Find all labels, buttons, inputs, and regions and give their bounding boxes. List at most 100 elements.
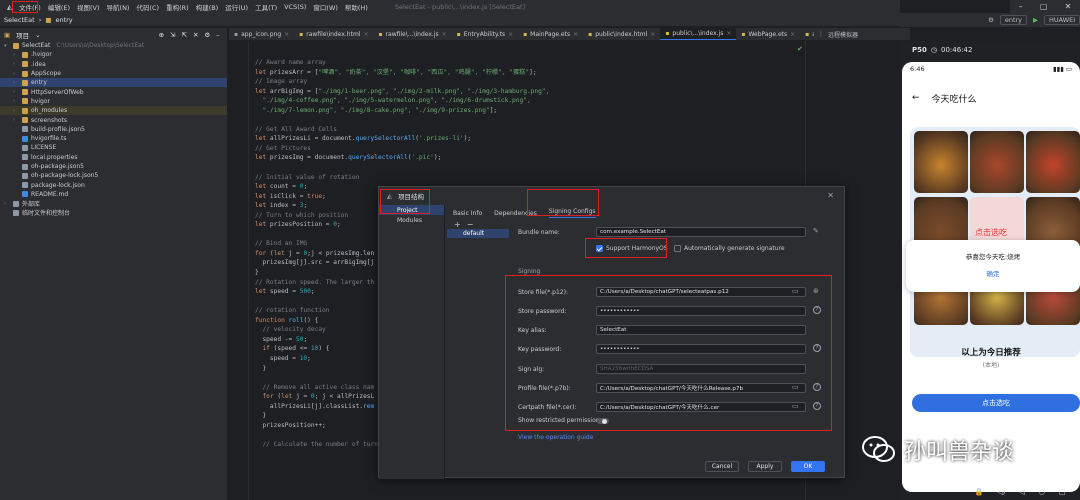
tree-item[interactable]: build-profile.json5 — [0, 125, 227, 134]
close-icon[interactable]: × — [284, 31, 289, 38]
menu-item[interactable]: 重构(R) — [163, 2, 192, 12]
close-icon[interactable]: × — [790, 31, 795, 38]
expand-icon[interactable]: ⇱ — [182, 31, 187, 39]
recent-icon[interactable]: □ — [1059, 488, 1066, 500]
signing-field-input[interactable]: •••••••••••• — [596, 306, 806, 316]
tree-item[interactable]: LICENSE — [0, 143, 227, 152]
chevron-icon[interactable]: › — [13, 71, 19, 77]
editor-tab[interactable]: ▪ rawfile\...\index.js × — [373, 28, 451, 40]
edit-icon[interactable]: ✎ — [813, 227, 819, 235]
help-icon[interactable]: ? — [813, 383, 821, 391]
close-icon[interactable]: ✕ — [1065, 2, 1072, 11]
tree-item[interactable]: › screenshots — [0, 115, 227, 124]
close-icon[interactable]: ✕ — [193, 31, 198, 39]
editor-tab[interactable]: ▪ WebPage.ets × — [736, 28, 800, 40]
menu-item[interactable]: 工具(T) — [252, 2, 280, 12]
chevron-icon[interactable]: › — [4, 201, 10, 207]
menu-item[interactable]: 构建(B) — [193, 2, 222, 12]
view-guide-link[interactable]: View the operation guide — [518, 434, 593, 441]
support-harmonyos-checkbox[interactable]: Support HarmonyOS — [596, 245, 668, 252]
menu-item[interactable]: 窗口(W) — [310, 2, 341, 12]
dialog-tab[interactable]: Dependencies — [494, 210, 537, 217]
ok-button[interactable]: OK — [791, 461, 825, 472]
menu-item[interactable]: 文件(F) — [16, 2, 44, 12]
signing-field-input[interactable]: SelectEat — [596, 325, 806, 335]
bundle-name-field[interactable]: com.example.SelectEat — [596, 227, 806, 237]
tree-item[interactable]: › oh_modules — [0, 106, 227, 116]
menu-item[interactable]: 导航(N) — [104, 2, 133, 12]
signing-field-input[interactable]: C:/Users/a/Desktop/chatGPT/今天吃什么Release.… — [596, 383, 806, 393]
signing-field-input[interactable]: C:/Users/a/Desktop/chatGPT/今天吃什么.cer — [596, 402, 806, 412]
dialog-tab[interactable]: Signing Configs — [548, 208, 596, 218]
dialog-nav-item[interactable]: Modules — [379, 215, 444, 225]
locate-icon[interactable]: ⊕ — [159, 31, 164, 39]
editor-tab[interactable]: ▪ public\...\index.js × — [660, 28, 737, 40]
phone-screen[interactable]: 6:46 ▮▮▮ ▭ ← 今天吃什么 恭喜您今天吃:烧烤 确定 点击选吃 以上为… — [902, 62, 1080, 492]
folder-icon[interactable]: ▭ — [792, 287, 799, 295]
tree-item[interactable]: README.md — [0, 190, 227, 199]
breadcrumb-module[interactable]: entry — [55, 16, 72, 24]
folder-icon[interactable]: ▭ — [792, 402, 799, 410]
chevron-icon[interactable]: › — [13, 98, 19, 104]
signing-field-input[interactable]: C:/Users/a/Desktop/chatGPT/selecteatpas.… — [596, 287, 806, 297]
chevron-icon[interactable]: › — [13, 117, 19, 123]
tree-item[interactable]: oh-package.json5 — [0, 162, 227, 171]
close-icon[interactable]: × — [726, 30, 731, 37]
chevron-icon[interactable]: › — [13, 108, 19, 114]
close-icon[interactable]: ✕ — [827, 191, 834, 200]
more-tabs-icon[interactable]: ⋮ — [818, 31, 824, 38]
editor-tab[interactable]: ▪ EntryAbility.ts × — [452, 28, 518, 40]
menu-item[interactable]: 帮助(H) — [342, 2, 371, 12]
fingerprint-icon[interactable]: ⊛ — [813, 287, 819, 295]
run-icon[interactable]: ▶ — [1033, 16, 1038, 24]
chevron-icon[interactable]: › — [13, 61, 19, 67]
grid-center-pick-button[interactable]: 点击选吃 — [964, 227, 1018, 238]
close-icon[interactable]: × — [508, 31, 513, 38]
chevron-icon[interactable]: › — [13, 80, 19, 86]
editor-tab[interactable]: ▪ rawfile\index.html × — [294, 28, 373, 40]
signing-field-input[interactable]: •••••••••••• — [596, 344, 806, 354]
pick-food-button[interactable]: 点击选吃 — [912, 394, 1080, 412]
settings-icon[interactable]: ⚙ — [988, 16, 994, 24]
back-icon[interactable]: ◁ — [1019, 488, 1024, 500]
tree-item[interactable]: hvigorfile.ts — [0, 134, 227, 143]
project-tree-title[interactable]: 项目 — [16, 30, 29, 40]
tree-item[interactable]: oh-package-lock.json5 — [0, 171, 227, 180]
chevron-icon[interactable]: ▾ — [4, 43, 10, 49]
tree-item[interactable]: 临时文件和控制台 — [0, 208, 227, 217]
device-select[interactable]: HUAWEI — [1044, 15, 1080, 25]
close-icon[interactable]: × — [363, 31, 368, 38]
minimize-icon[interactable]: – — [1019, 2, 1023, 11]
menu-item[interactable]: 运行(U) — [222, 2, 251, 12]
tree-item[interactable]: › entry — [0, 78, 227, 88]
auto-sign-checkbox[interactable]: Automatically generate signature — [674, 245, 785, 252]
tree-item[interactable]: ▾ SelectEat C:\Users\a\Desktop\SelectEat — [0, 41, 227, 50]
tree-item[interactable]: › .hvigor — [0, 50, 227, 59]
editor-tab[interactable]: ▪ public\index.html × — [583, 28, 660, 40]
folder-icon[interactable]: ▭ — [792, 383, 799, 391]
dialog-nav-item[interactable]: Project — [379, 205, 444, 215]
close-icon[interactable]: × — [573, 31, 578, 38]
help-icon[interactable]: ? — [813, 344, 821, 352]
remove-icon[interactable]: − — [467, 220, 474, 229]
dialog-tab[interactable]: Basic Info — [453, 210, 482, 217]
breadcrumb-project[interactable]: SelectEat — [4, 16, 35, 24]
tree-item[interactable]: › AppScope — [0, 69, 227, 78]
collapse-icon[interactable]: ⇲ — [170, 31, 175, 39]
editor-tab[interactable]: ▪ MainPage.ets × — [518, 28, 583, 40]
tree-item[interactable]: › hvigor — [0, 97, 227, 106]
result-dialog-ok-button[interactable]: 确定 — [906, 268, 1080, 278]
close-icon[interactable]: × — [442, 31, 447, 38]
add-icon[interactable]: + — [454, 220, 461, 229]
gear-icon[interactable]: ⚙ — [204, 31, 210, 39]
apply-button[interactable]: Apply — [748, 461, 782, 472]
chevron-down-icon[interactable]: ⌄ — [35, 31, 40, 39]
show-restricted-toggle[interactable] — [597, 418, 609, 424]
help-icon[interactable]: ? — [813, 402, 821, 410]
module-item-default[interactable]: default — [447, 229, 509, 238]
tree-item[interactable]: › .idea — [0, 60, 227, 69]
chevron-icon[interactable]: › — [13, 89, 19, 95]
back-arrow-icon[interactable]: ← — [912, 93, 920, 103]
editor-tab[interactable]: ▪ app_icon.png × — [229, 28, 294, 40]
cancel-button[interactable]: Cancel — [705, 461, 739, 472]
